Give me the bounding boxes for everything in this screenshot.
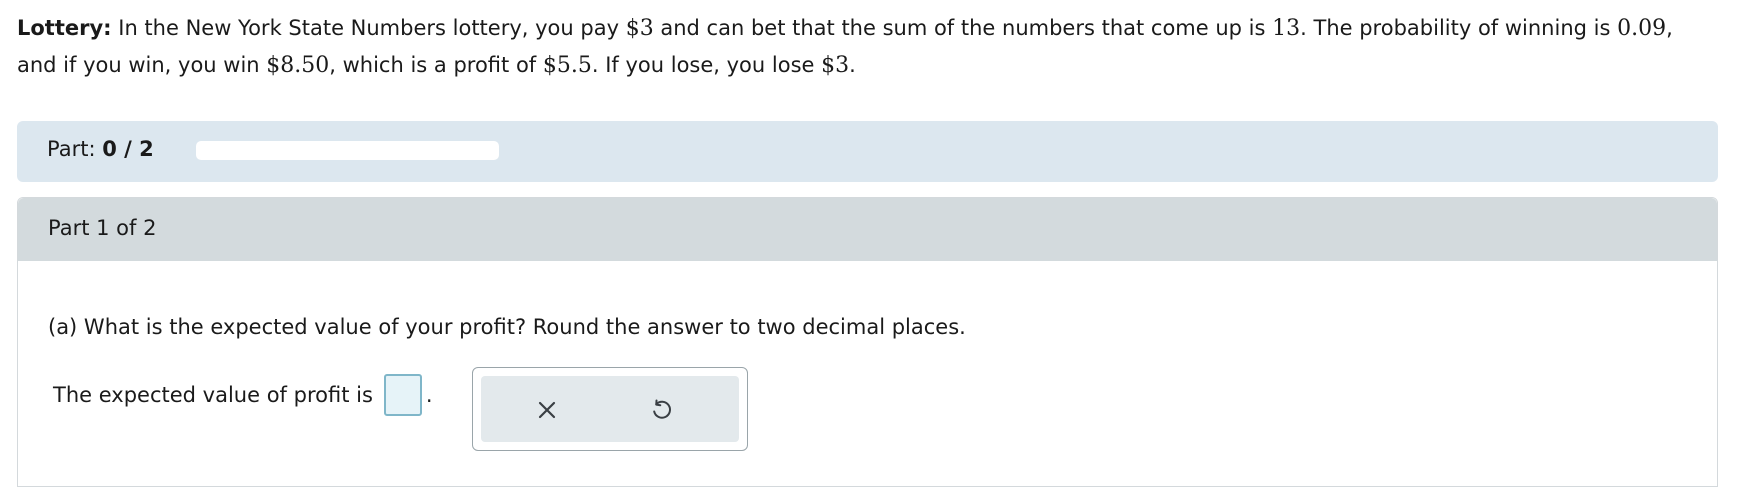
- problem-label: Lottery:: [17, 16, 112, 40]
- math-win: $8.50: [266, 53, 330, 78]
- math-pay: $3: [625, 16, 654, 41]
- answer-suffix: .: [425, 383, 433, 407]
- problem-text: , which is a profit of: [329, 53, 543, 77]
- part-progress-label: Part: 0 / 2: [47, 137, 154, 161]
- part-card: Part 1 of 2 (a) What is the expected val…: [17, 197, 1718, 487]
- problem-text: In the New York State Numbers lottery, y…: [111, 16, 626, 40]
- part-progress-prefix: Part:: [47, 137, 103, 161]
- toolbox-panel: [481, 376, 739, 442]
- math-sum: 13: [1272, 16, 1301, 41]
- part-progress-value: 0 / 2: [102, 137, 154, 161]
- problem-text: .: [849, 53, 856, 77]
- math-profit: $5.5: [542, 53, 592, 78]
- answer-prefix: The expected value of profit is: [53, 383, 373, 407]
- part-progress-bar: Part: 0 / 2: [17, 121, 1718, 182]
- x-icon[interactable]: [531, 394, 563, 426]
- question-text: (a) What is the expected value of your p…: [48, 315, 966, 339]
- problem-text: and can bet that the sum of the numbers …: [653, 16, 1273, 40]
- problem-text: . The probability of winning is: [1300, 16, 1618, 40]
- part-header: Part 1 of 2: [18, 198, 1717, 261]
- answer-toolbox: [472, 367, 748, 451]
- answer-line: The expected value of profit is .: [53, 374, 433, 416]
- undo-icon[interactable]: [645, 394, 677, 426]
- problem-statement: Lottery: In the New York State Numbers l…: [17, 10, 1717, 84]
- math-prob: 0.09: [1617, 16, 1667, 41]
- answer-input[interactable]: [383, 374, 422, 416]
- problem-text: . If you lose, you lose: [591, 53, 822, 77]
- math-lose: $3: [821, 53, 850, 78]
- progress-track: [196, 141, 499, 160]
